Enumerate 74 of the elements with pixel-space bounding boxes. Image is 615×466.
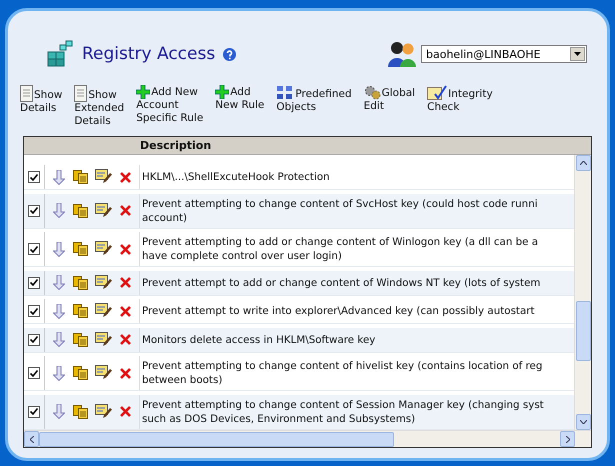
column-header: Description [140,138,212,154]
page-title: Registry Access [82,44,216,64]
rule-description: Prevent attempt to write into explorer\Advanced key (can possibly autostart [141,304,536,320]
down-chevron-icon[interactable] [580,420,586,424]
delete-icon[interactable] [120,368,132,379]
edit-icon[interactable] [95,332,112,348]
edit-icon[interactable] [95,274,112,291]
copy-icon[interactable] [72,276,88,290]
help-icon[interactable] [223,48,236,60]
users-icon [387,41,419,67]
toolbar-button[interactable]: Predefined Objects [276,85,352,114]
edit-icon[interactable] [95,404,112,420]
checkbox[interactable] [28,171,40,183]
toolbar-button[interactable]: Show Details [20,85,62,115]
checkbox[interactable] [28,334,40,346]
scroll-thumb[interactable] [576,301,590,361]
edit-icon[interactable] [95,169,112,185]
copy-icon[interactable] [72,332,88,347]
vertical-scrollbar[interactable] [574,155,591,430]
checkbox[interactable] [28,305,40,318]
cubes-icon [46,40,74,68]
document-icon [74,85,88,102]
delete-icon[interactable] [120,406,132,418]
checkbox[interactable] [28,367,40,380]
delete-icon[interactable] [120,306,132,317]
rule-description: Prevent attempting to change content of SvcHost key (could host code runni account) [141,196,539,226]
checkbox[interactable] [28,406,40,418]
blocks-icon [276,85,294,101]
down-arrow-icon[interactable] [52,332,65,348]
rule-description: Prevent attempting to change content of hivelist key (contains location of reg between boots) [141,359,544,388]
delete-icon[interactable] [120,244,132,255]
delete-icon[interactable] [120,334,132,346]
checkbox[interactable] [28,243,40,256]
rule-description: HKLM\...\ShellExcuteHook Protection [141,170,331,185]
rule-description: Prevent attempting to add or change content of Winlogon key (a dll can be a have complete control over user login) [141,235,540,264]
down-arrow-icon[interactable] [52,404,65,420]
rule-description: Prevent attempt to add or change content of Windows NT key (lots of system [141,276,542,291]
scroll-thumb[interactable] [39,432,394,446]
down-arrow-icon[interactable] [52,275,65,290]
rule-description: Monitors delete access in HKLM\Software key [141,332,376,348]
gears-icon [364,85,381,100]
horizontal-scrollbar[interactable] [24,430,591,447]
user-select[interactable]: baohelin@LINBAOHE [421,45,587,63]
rule-description: Prevent attempting to change content of Session Manager key (changing syst such as DOS Devices, Environment and Subsystems) [141,398,545,427]
checkbox[interactable] [28,276,40,289]
edit-icon[interactable] [95,365,112,382]
copy-icon[interactable] [72,404,88,419]
checkbox[interactable] [28,204,40,217]
copy-icon[interactable] [72,304,88,318]
plus-icon [215,85,230,99]
copy-icon[interactable] [72,242,88,256]
delete-icon[interactable] [120,172,132,182]
copy-icon[interactable] [72,170,88,184]
down-arrow-icon[interactable] [52,366,65,381]
toolbar-button[interactable]: Add New Account Specific Rule [136,85,204,125]
edit-icon[interactable] [95,241,112,258]
down-arrow-icon[interactable] [52,242,65,257]
document-icon [20,85,33,102]
copy-icon[interactable] [72,366,88,380]
toolbar-button[interactable]: Integrity Check [427,85,493,114]
caret-icon [574,52,581,56]
edit-icon[interactable] [95,202,112,219]
delete-icon[interactable] [120,277,132,288]
delete-icon[interactable] [120,205,132,216]
down-arrow-icon[interactable] [52,304,65,319]
down-arrow-icon[interactable] [52,203,65,218]
edit-icon[interactable] [95,303,112,320]
down-arrow-icon[interactable] [52,170,65,184]
toolbar-button[interactable]: Global Edit [364,85,416,113]
toolbar-button[interactable]: Add New Rule [215,85,264,112]
toolbar-button[interactable]: Show Extended Details [74,85,124,128]
checklist-icon [427,85,448,101]
copy-icon[interactable] [72,204,88,218]
plus-icon [136,85,150,99]
